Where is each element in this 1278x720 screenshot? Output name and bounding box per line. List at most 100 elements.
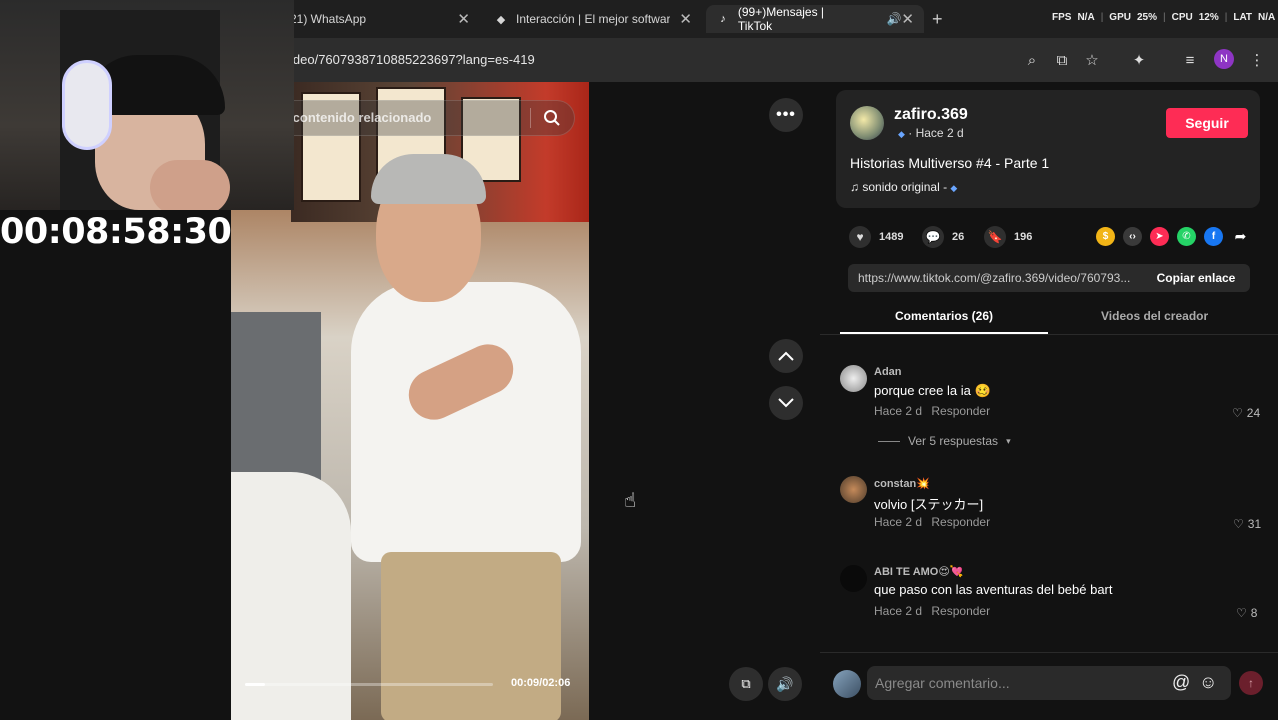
close-tab-icon[interactable]: ✕ <box>901 10 914 28</box>
new-tab-button[interactable]: + <box>932 9 943 30</box>
commenter-avatar[interactable] <box>840 565 867 592</box>
follow-button[interactable]: Seguir <box>1166 108 1248 138</box>
whatsapp-share-icon[interactable]: ✆ <box>1177 227 1196 246</box>
tiktok-icon: ♪ <box>720 13 726 25</box>
video-link[interactable]: https://www.tiktok.com/@zafiro.369/video… <box>858 271 1142 285</box>
extensions-icon[interactable]: ✦ <box>1129 50 1149 70</box>
comment-like-count: 24 <box>1246 406 1261 420</box>
video-person-shirt <box>351 282 581 562</box>
like-count: 1489 <box>879 231 904 243</box>
profile-initial: N <box>1220 53 1228 65</box>
comment-like[interactable]: ♡ 31 <box>1233 517 1261 531</box>
address-bar-url[interactable]: ideo/7607938710885223697?lang=es-419 <box>290 52 535 67</box>
heart-outline-icon: ♡ <box>1232 406 1243 420</box>
comment-time: Hace 2 d <box>874 404 923 418</box>
close-tab-icon[interactable]: ✕ <box>679 10 692 28</box>
commenter-avatar[interactable] <box>840 476 867 503</box>
author-name[interactable]: zafiro.369 <box>894 106 968 124</box>
tab-comments[interactable]: Comentarios (26) <box>895 309 993 323</box>
dot-icon: ◆ <box>950 183 958 193</box>
zoom-icon[interactable]: ⌕ <box>1022 50 1042 70</box>
post-time: · Hace 2 d <box>908 126 964 140</box>
commenter-name[interactable]: constan💥 <box>874 477 930 490</box>
comment-text: porque cree la ia 🥴 <box>874 383 991 398</box>
emoji-icon[interactable]: ☺ <box>1199 672 1217 693</box>
heart-icon: ♥ <box>849 226 871 248</box>
pip-button[interactable]: ⧉ <box>729 667 763 701</box>
fps-value: N/A <box>1077 12 1095 23</box>
save-action[interactable]: 🔖 196 <box>984 226 1032 248</box>
next-video-button[interactable] <box>769 386 803 420</box>
search-icon[interactable] <box>540 106 564 130</box>
close-tab-icon[interactable]: ✕ <box>457 10 470 28</box>
like-action[interactable]: ♥ 1489 <box>849 226 903 248</box>
comment-action[interactable]: 💬 26 <box>922 226 964 248</box>
reply-button[interactable]: Responder <box>931 604 990 618</box>
volume-button[interactable]: 🔊 <box>768 667 802 701</box>
commenter-avatar[interactable] <box>840 365 867 392</box>
previous-video-button[interactable] <box>769 339 803 373</box>
mention-icon[interactable]: @ <box>1172 672 1190 693</box>
video-counter <box>231 312 321 482</box>
tab-tiktok[interactable]: ♪ (99+)Mensajes | TikTok 🔊 ✕ <box>706 5 924 33</box>
cpu-label: CPU <box>1171 12 1193 23</box>
tab-title: (99+)Mensajes | TikTok <box>737 5 825 33</box>
gpu-label: GPU <box>1109 12 1131 23</box>
hand-cursor-icon: ☝ <box>624 490 637 512</box>
speaker-icon[interactable]: 🔊 <box>886 12 901 26</box>
share-arrow-icon[interactable]: ➦ <box>1231 227 1250 246</box>
reply-button[interactable]: Responder <box>931 404 990 418</box>
webcam-overlay <box>0 0 294 210</box>
my-avatar <box>833 670 861 698</box>
media-controls-icon[interactable]: ≡ <box>1180 50 1200 70</box>
comment-like[interactable]: ♡ 8 <box>1236 606 1257 620</box>
gpu-value: 25% <box>1136 12 1157 23</box>
bookmark-icon: 🔖 <box>984 226 1006 248</box>
more-options-button[interactable]: ••• <box>769 98 803 132</box>
video-progress-fill[interactable] <box>245 683 265 686</box>
profile-avatar[interactable]: N <box>1214 49 1234 69</box>
more-menu-icon[interactable]: ⋮ <box>1247 50 1267 70</box>
tab-title: Interacción | El mejor software p <box>516 12 670 26</box>
comment-like[interactable]: ♡ 24 <box>1232 406 1260 420</box>
save-count: 196 <box>1014 231 1033 243</box>
post-comment-button[interactable]: ↑ <box>1239 671 1263 695</box>
active-tab-indicator <box>840 332 1048 334</box>
comment-text: volvio [ステッカー] <box>874 497 984 512</box>
tab-interaccion[interactable]: ◆ Interacción | El mejor software p ✕ <box>484 5 702 33</box>
commenter-name[interactable]: ABI TE AMO😍💘 <box>874 565 964 578</box>
comment-meta: Hace 2 d Responder <box>874 604 990 618</box>
facebook-share-icon[interactable]: f <box>1204 227 1223 246</box>
video-person-hair <box>371 154 486 204</box>
comment-meta: Hace 2 d Responder <box>874 515 990 529</box>
search-divider <box>530 108 531 128</box>
more-horizontal-icon: ••• <box>776 106 796 123</box>
fps-label: FPS <box>1052 12 1072 23</box>
video-progress-track[interactable] <box>245 683 493 686</box>
performance-stats: FPS N/A | GPU 25% | CPU 12% | LAT N/A <box>1052 12 1276 23</box>
copy-link-button[interactable]: Copiar enlace <box>1142 264 1250 292</box>
tab-divider <box>820 334 1278 335</box>
sound-name: sonido original - <box>862 180 951 194</box>
send-icon[interactable]: ➤ <box>1150 227 1169 246</box>
embed-icon[interactable]: ‹› <box>1123 227 1142 246</box>
cast-icon[interactable]: ⧉ <box>1052 50 1072 70</box>
tab-whatsapp[interactable]: 21) WhatsApp ✕ <box>280 5 480 33</box>
sound-link[interactable]: ♫ sonido original - ◆ <box>850 180 957 194</box>
view-replies-button[interactable]: Ver 5 respuestas ▾ <box>878 434 1011 448</box>
comment-like-count: 8 <box>1250 606 1258 620</box>
related-search-placeholder[interactable]: r contenido relacionado <box>284 110 431 125</box>
webcam-hand <box>150 160 230 210</box>
coin-share-icon[interactable]: $ <box>1096 227 1115 246</box>
comment-meta: Hace 2 d Responder <box>874 404 990 418</box>
commenter-name[interactable]: Adan <box>874 366 902 378</box>
comment-bubble-icon: 💬 <box>922 226 944 248</box>
bookmark-star-icon[interactable]: ☆ <box>1082 50 1102 70</box>
author-avatar[interactable] <box>850 106 884 140</box>
comment-bar-divider <box>820 652 1278 653</box>
comment-count: 26 <box>952 231 965 243</box>
pip-icon: ⧉ <box>741 676 751 691</box>
dot-icon: ◆ <box>898 129 905 139</box>
reply-button[interactable]: Responder <box>931 515 990 529</box>
tab-creator-videos[interactable]: Videos del creador <box>1101 309 1208 323</box>
